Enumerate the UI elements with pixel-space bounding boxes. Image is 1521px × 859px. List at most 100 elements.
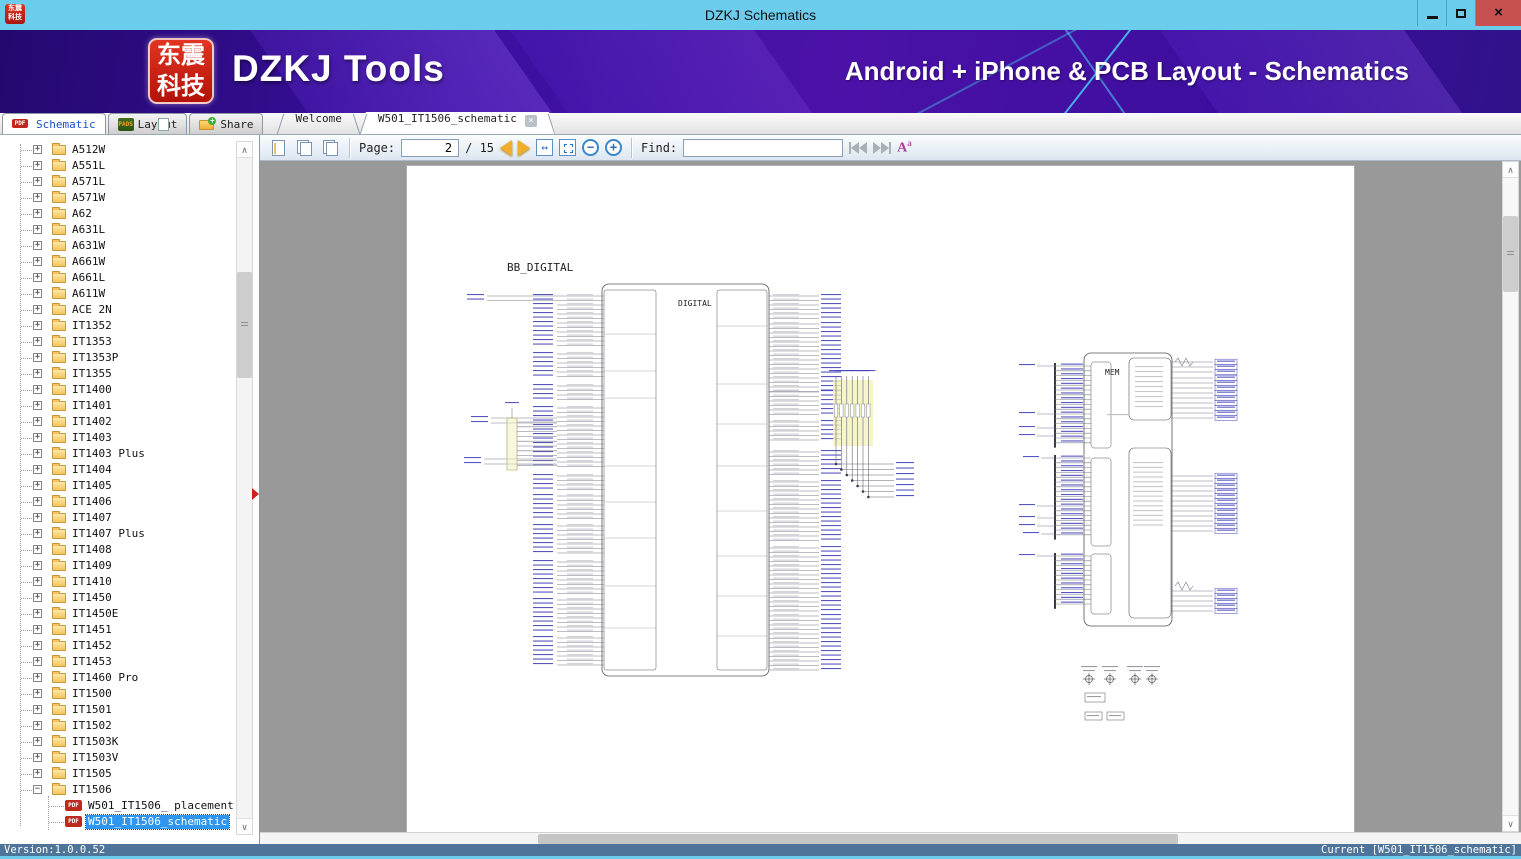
tree-folder-item[interactable]: + IT1450E xyxy=(0,606,236,622)
tree-folder-item[interactable]: + A571W xyxy=(0,190,236,206)
tree-item-label[interactable]: A631W xyxy=(70,239,107,253)
tree-item-label[interactable]: A611W xyxy=(70,287,107,301)
tree-item-label[interactable]: IT1500 xyxy=(70,687,114,701)
expand-toggle-icon[interactable]: + xyxy=(33,449,42,458)
tree-item-label[interactable]: IT1506 xyxy=(70,783,114,797)
tree-item-label[interactable]: A551L xyxy=(70,159,107,173)
expand-toggle-icon[interactable]: + xyxy=(33,465,42,474)
page-number-input[interactable] xyxy=(401,138,460,157)
tree-folder-item[interactable]: + IT1503V xyxy=(0,750,236,766)
font-size-icon[interactable]: Aa xyxy=(897,138,912,157)
expand-toggle-icon[interactable]: + xyxy=(33,161,42,170)
tree-item-label[interactable]: IT1410 xyxy=(70,575,114,589)
tree-folder-item[interactable]: + IT1403 Plus xyxy=(0,446,236,462)
expand-toggle-icon[interactable]: + xyxy=(33,625,42,634)
maximize-button[interactable] xyxy=(1446,0,1475,26)
viewer-horizontal-scrollbar[interactable] xyxy=(260,832,1521,844)
tree-item-label[interactable]: IT1505 xyxy=(70,767,114,781)
tree-item-label[interactable]: A571L xyxy=(70,175,107,189)
expand-toggle-icon[interactable]: + xyxy=(33,305,42,314)
tree-folder-item[interactable]: + IT1503K xyxy=(0,734,236,750)
viewer-scrollbar[interactable]: ∧ ∨ xyxy=(1502,161,1519,832)
expand-toggle-icon[interactable]: + xyxy=(33,481,42,490)
tree-item-label[interactable]: IT1352 xyxy=(70,319,114,333)
fit-page-icon[interactable] xyxy=(559,139,577,156)
tree-item-label[interactable]: A62 xyxy=(70,207,94,221)
fit-width-icon[interactable]: ↔ xyxy=(536,139,554,156)
tree-folder-item[interactable]: + IT1352 xyxy=(0,318,236,334)
expand-toggle-icon[interactable]: − xyxy=(33,785,42,794)
previous-page-icon[interactable] xyxy=(500,139,513,156)
tree-folder-item[interactable]: + IT1403 xyxy=(0,430,236,446)
tree-folder-item[interactable]: + IT1407 xyxy=(0,510,236,526)
doc-tab-welcome[interactable]: Welcome xyxy=(277,112,359,134)
expand-toggle-icon[interactable]: + xyxy=(33,337,42,346)
tab-share[interactable]: + Share xyxy=(189,113,264,134)
tree-folder-item[interactable]: + IT1502 xyxy=(0,718,236,734)
tree-item-label[interactable]: IT1460 Pro xyxy=(70,671,140,685)
expand-toggle-icon[interactable]: + xyxy=(33,673,42,682)
tree-item-label[interactable]: IT1409 xyxy=(70,559,114,573)
tree-item-label[interactable]: IT1450 xyxy=(70,591,114,605)
tree-item-label[interactable]: IT1453 xyxy=(70,655,114,669)
scroll-down-icon[interactable]: ∨ xyxy=(237,818,252,834)
expand-toggle-icon[interactable]: + xyxy=(33,769,42,778)
facing-pages-button[interactable] xyxy=(294,137,314,159)
tree-folder-item[interactable]: + IT1500 xyxy=(0,686,236,702)
tree-item-label[interactable]: IT1404 xyxy=(70,463,114,477)
find-previous-icon[interactable] xyxy=(849,141,868,154)
scroll-up-icon[interactable]: ∧ xyxy=(237,142,252,158)
tree-folder-item[interactable]: + ACE 2N xyxy=(0,302,236,318)
sidebar-scroll-thumb[interactable] xyxy=(237,272,252,378)
tree-item-label[interactable]: IT1403 xyxy=(70,431,114,445)
tree-item-label[interactable]: IT1450E xyxy=(70,607,120,621)
expand-toggle-icon[interactable]: + xyxy=(33,417,42,426)
tree-item-label[interactable]: IT1400 xyxy=(70,383,114,397)
minimize-button[interactable] xyxy=(1417,0,1446,26)
tree-folder-item[interactable]: + IT1404 xyxy=(0,462,236,478)
expand-toggle-icon[interactable]: + xyxy=(33,209,42,218)
expand-toggle-icon[interactable]: + xyxy=(33,257,42,266)
tree-item-label[interactable]: A571W xyxy=(70,191,107,205)
tree-item-label[interactable]: A512W xyxy=(70,143,107,157)
panel-collapse-icon[interactable] xyxy=(252,488,259,500)
tree-folder-item[interactable]: + IT1406 xyxy=(0,494,236,510)
schematic-page[interactable]: BB_DIGITAL DIGITAL MEM xyxy=(406,165,1355,832)
expand-toggle-icon[interactable]: + xyxy=(33,561,42,570)
tree-folder-item[interactable]: + IT1400 xyxy=(0,382,236,398)
tree-folder-item[interactable]: + A512W xyxy=(0,142,236,158)
tree-folder-item[interactable]: + IT1451 xyxy=(0,622,236,638)
tree-item-label[interactable]: IT1502 xyxy=(70,719,114,733)
tree-folder-item[interactable]: + IT1408 xyxy=(0,542,236,558)
tree-item-label[interactable]: IT1353 xyxy=(70,335,114,349)
tree-folder-item[interactable]: + IT1505 xyxy=(0,766,236,782)
tree-folder-item[interactable]: + IT1401 xyxy=(0,398,236,414)
expand-toggle-icon[interactable]: + xyxy=(33,577,42,586)
expand-toggle-icon[interactable]: + xyxy=(33,593,42,602)
tree-folder-item[interactable]: + IT1450 xyxy=(0,590,236,606)
tree-folder-item[interactable]: + IT1355 xyxy=(0,366,236,382)
find-input[interactable] xyxy=(683,138,844,157)
expand-toggle-icon[interactable]: + xyxy=(33,529,42,538)
tree-folder-item[interactable]: + IT1452 xyxy=(0,638,236,654)
zoom-out-icon[interactable]: − xyxy=(582,139,600,156)
tree-folder-item[interactable]: + IT1353P xyxy=(0,350,236,366)
tree-item-label[interactable]: W501_IT1506_ placement xyxy=(86,799,236,813)
tree-folder-item[interactable]: + A631W xyxy=(0,238,236,254)
tree-item-label[interactable]: IT1403 Plus xyxy=(70,447,147,461)
zoom-in-icon[interactable]: + xyxy=(605,139,623,156)
tree-folder-item[interactable]: + IT1453 xyxy=(0,654,236,670)
tree-folder-item[interactable]: + IT1410 xyxy=(0,574,236,590)
tree-item-label[interactable]: IT1503V xyxy=(70,751,120,765)
expand-toggle-icon[interactable]: + xyxy=(33,433,42,442)
expand-toggle-icon[interactable]: + xyxy=(33,609,42,618)
expand-toggle-icon[interactable]: + xyxy=(33,369,42,378)
expand-toggle-icon[interactable]: + xyxy=(33,689,42,698)
expand-toggle-icon[interactable]: + xyxy=(33,641,42,650)
tree-item-label[interactable]: A661L xyxy=(70,271,107,285)
close-tab-icon[interactable]: × xyxy=(525,115,537,127)
tree-folder-item[interactable]: + IT1353 xyxy=(0,334,236,350)
continuous-pages-button[interactable] xyxy=(320,137,340,159)
tree-folder-item[interactable]: + IT1460 Pro xyxy=(0,670,236,686)
tree-item-label[interactable]: IT1501 xyxy=(70,703,114,717)
